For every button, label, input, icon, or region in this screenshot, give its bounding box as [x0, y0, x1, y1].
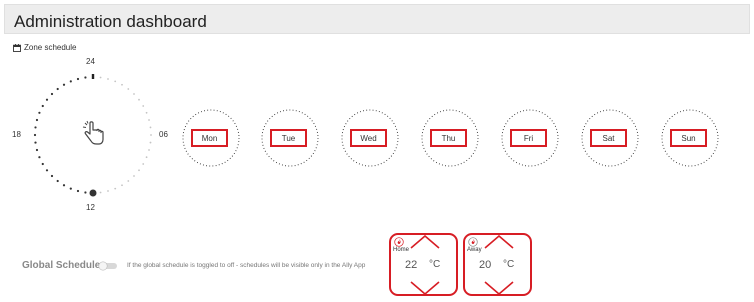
clock-tick — [84, 76, 87, 79]
hand-pointer-icon — [82, 120, 104, 145]
day-button-mon[interactable]: Mon — [191, 129, 228, 147]
clock-tick — [50, 174, 54, 178]
clock-tick — [149, 141, 152, 144]
global-schedule-toggle[interactable] — [98, 261, 118, 271]
clock-tick — [35, 148, 39, 152]
clock-tick — [114, 80, 117, 83]
calendar-icon — [13, 43, 21, 52]
clock-tick — [149, 126, 152, 129]
clock-tick — [127, 88, 130, 90]
day-button-sat[interactable]: Sat — [590, 129, 627, 147]
clock-tick — [45, 169, 49, 172]
zone-schedule-text: Zone schedule — [24, 43, 77, 52]
clock-tick — [148, 149, 150, 151]
clock-marker-top — [91, 74, 95, 79]
clock-tick — [34, 126, 37, 129]
day-wed[interactable]: Wed — [340, 108, 400, 168]
clock-tick — [50, 92, 54, 96]
temperature-down-button[interactable] — [405, 281, 445, 295]
clock-tick — [69, 80, 72, 83]
clock-tick — [84, 191, 87, 194]
thermostat-home: Home 22 °C — [389, 233, 458, 296]
day-sun[interactable]: Sun — [660, 108, 720, 168]
clock-tick — [56, 179, 59, 183]
day-sat[interactable]: Sat — [580, 108, 640, 168]
page-title: Administration dashboard — [14, 12, 207, 31]
clock-tick — [38, 111, 41, 114]
zone-schedule-label: Zone schedule — [13, 43, 76, 52]
clock-tick — [133, 93, 135, 95]
clock-tick — [142, 105, 145, 107]
clock-tick — [76, 77, 80, 81]
clock-handle — [89, 189, 97, 197]
clock-tick — [99, 76, 102, 79]
day-mon[interactable]: Mon — [181, 108, 241, 168]
header-bar: Administration dashboard — [4, 4, 750, 34]
clock-tick — [107, 190, 109, 192]
global-schedule-label: Global Schedule — [22, 260, 101, 271]
global-schedule-note: If the global schedule is toggled to off… — [127, 262, 366, 269]
day-tue[interactable]: Tue — [260, 108, 320, 168]
clock-tick — [62, 184, 66, 187]
clock-tick — [142, 163, 145, 165]
temperature-up-button[interactable] — [405, 235, 445, 249]
clock-tick — [69, 187, 72, 190]
clock-tick — [121, 83, 123, 86]
schedule-clock[interactable]: 24 06 12 18 — [12, 55, 168, 212]
thermostat-temperature: 20 — [479, 259, 492, 271]
thermostat-unit: °C — [429, 259, 441, 270]
clock-tick — [34, 141, 37, 144]
clock-tick — [76, 189, 80, 193]
clock-tick — [114, 187, 117, 190]
thermostat-unit: °C — [503, 259, 515, 270]
clock-tick — [133, 175, 135, 177]
clock-label-18: 18 — [12, 130, 21, 139]
flame-icon — [394, 237, 404, 247]
day-button-thu[interactable]: Thu — [430, 129, 467, 147]
temperature-down-button[interactable] — [479, 281, 519, 295]
clock-tick — [148, 119, 150, 121]
thermostat-temperature: 22 — [405, 259, 418, 271]
clock-tick — [145, 156, 148, 159]
temperature-up-button[interactable] — [479, 235, 519, 249]
clock-tick — [138, 98, 140, 101]
clock-tick — [62, 83, 66, 86]
day-button-sun[interactable]: Sun — [670, 129, 707, 147]
clock-tick — [45, 98, 49, 101]
clock-tick — [35, 118, 39, 122]
clock-tick — [121, 184, 123, 187]
clock-label-06: 06 — [159, 130, 168, 139]
clock-tick — [127, 180, 130, 182]
clock-tick — [33, 133, 37, 137]
clock-tick — [145, 111, 148, 114]
clock-label-12: 12 — [86, 203, 95, 212]
clock-tick — [38, 156, 41, 159]
clock-tick — [56, 87, 59, 91]
clock-tick — [41, 104, 44, 108]
day-button-fri[interactable]: Fri — [510, 129, 547, 147]
clock-tick — [99, 191, 102, 194]
thermostat-away: Away 20 °C — [463, 233, 532, 296]
clock-tick — [107, 78, 109, 80]
day-button-tue[interactable]: Tue — [270, 129, 307, 147]
clock-tick — [41, 162, 44, 166]
day-fri[interactable]: Fri — [500, 108, 560, 168]
clock-tick — [138, 169, 140, 172]
day-thu[interactable]: Thu — [420, 108, 480, 168]
day-button-wed[interactable]: Wed — [350, 129, 387, 147]
clock-label-24: 24 — [86, 57, 95, 66]
clock-tick — [150, 134, 152, 136]
flame-icon — [468, 237, 478, 247]
